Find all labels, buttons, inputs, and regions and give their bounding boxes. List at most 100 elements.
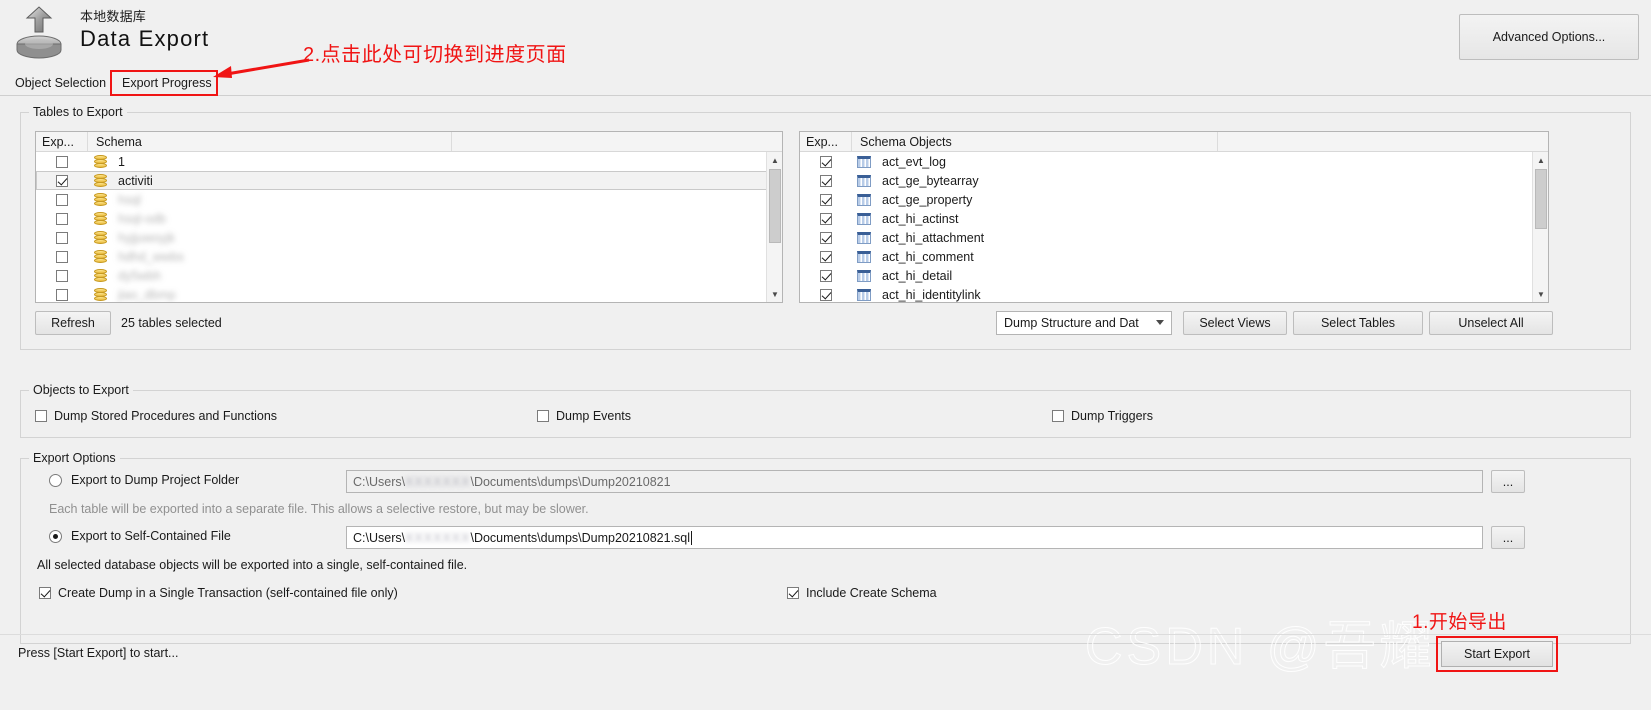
- row-checkbox[interactable]: [36, 250, 88, 263]
- list-item[interactable]: hsql-odb: [36, 209, 782, 228]
- row-checkbox[interactable]: [36, 231, 88, 244]
- objects-list-scrollbar[interactable]: ▲ ▼: [1532, 152, 1548, 302]
- select-views-button[interactable]: Select Views: [1183, 311, 1287, 335]
- table-row-label: act_ge_bytearray: [882, 173, 979, 188]
- export-to-dump-project-folder-radio[interactable]: Export to Dump Project Folder: [49, 473, 239, 487]
- table-icon: [852, 250, 876, 263]
- tables-selected-status: 25 tables selected: [121, 316, 222, 330]
- list-item[interactable]: activiti: [36, 171, 782, 190]
- schema-list-body[interactable]: 1 activiti hsql hsql-odb hyjjuwoyjk hdhd…: [36, 152, 782, 302]
- row-checkbox[interactable]: [36, 288, 88, 301]
- scroll-up-icon[interactable]: ▲: [767, 152, 782, 168]
- list-item[interactable]: hyjjuwoyjk: [36, 228, 782, 247]
- browse-self-contained-file-button[interactable]: ...: [1491, 526, 1525, 549]
- table-row[interactable]: act_ge_property: [800, 190, 1548, 209]
- table-row-label: act_evt_log: [882, 154, 946, 169]
- list-item-label: hdhd_wwbs: [118, 249, 185, 264]
- checkbox-box: [1052, 410, 1064, 422]
- table-row[interactable]: act_hi_comment: [800, 247, 1548, 266]
- table-row[interactable]: act_ge_bytearray: [800, 171, 1548, 190]
- checkbox-box: [39, 587, 51, 599]
- start-export-button[interactable]: Start Export: [1441, 641, 1553, 667]
- row-checkbox[interactable]: [36, 174, 88, 187]
- table-icon: [852, 174, 876, 187]
- tabstrip: Object Selection Export Progress: [0, 70, 1651, 96]
- self-contained-file-path-input[interactable]: C:\Users\ XXXXXXX \Documents\dumps\Dump202…: [346, 526, 1483, 549]
- database-icon: [88, 268, 112, 283]
- database-icon: [88, 154, 112, 169]
- table-row[interactable]: act_hi_detail: [800, 266, 1548, 285]
- select-tables-button[interactable]: Select Tables: [1293, 311, 1423, 335]
- objects-group-label: Objects to Export: [29, 383, 133, 397]
- export-to-self-contained-file-radio[interactable]: Export to Self-Contained File: [49, 529, 231, 543]
- table-row[interactable]: act_hi_actinst: [800, 209, 1548, 228]
- row-checkbox[interactable]: [800, 193, 852, 206]
- scroll-down-icon[interactable]: ▼: [767, 286, 782, 302]
- refresh-button[interactable]: Refresh: [35, 311, 111, 335]
- path-prefix: C:\Users\: [353, 530, 406, 545]
- unselect-all-button[interactable]: Unselect All: [1429, 311, 1553, 335]
- dump-events-checkbox[interactable]: Dump Events: [537, 409, 631, 423]
- dump-stored-procedures-checkbox[interactable]: Dump Stored Procedures and Functions: [35, 409, 277, 423]
- row-checkbox[interactable]: [800, 174, 852, 187]
- table-row-label: act_ge_property: [882, 192, 973, 207]
- row-checkbox[interactable]: [800, 231, 852, 244]
- list-item[interactable]: hsql: [36, 190, 782, 209]
- list-item[interactable]: dy5wbh: [36, 266, 782, 285]
- objects-col-spacer: [1218, 132, 1548, 151]
- dump-mode-select[interactable]: Dump Structure and Dat: [996, 311, 1172, 335]
- table-icon: [852, 212, 876, 225]
- include-create-schema-checkbox[interactable]: Include Create Schema: [787, 586, 937, 600]
- table-row[interactable]: act_evt_log: [800, 152, 1548, 171]
- row-checkbox[interactable]: [800, 155, 852, 168]
- title-block: 本地数据库 Data Export: [80, 8, 209, 53]
- checkbox-label: Create Dump in a Single Transaction (sel…: [58, 586, 398, 600]
- dump-triggers-checkbox[interactable]: Dump Triggers: [1052, 409, 1153, 423]
- table-row[interactable]: act_hi_identitylink: [800, 285, 1548, 302]
- list-item[interactable]: hdhd_wwbs: [36, 247, 782, 266]
- schema-list-scrollbar[interactable]: ▲ ▼: [766, 152, 782, 302]
- list-item[interactable]: jiao_dbmp: [36, 285, 782, 302]
- objects-list-body[interactable]: act_evt_log act_ge_bytearray act_ge_prop…: [800, 152, 1548, 302]
- browse-dump-folder-button[interactable]: ...: [1491, 470, 1525, 493]
- single-transaction-checkbox[interactable]: Create Dump in a Single Transaction (sel…: [39, 586, 398, 600]
- table-icon: [852, 231, 876, 244]
- path-redacted-username: XXXXXXX: [405, 474, 471, 489]
- schema-objects-list[interactable]: Exp... Schema Objects act_evt_log act_ge…: [799, 131, 1549, 303]
- scroll-thumb[interactable]: [769, 169, 781, 243]
- text-cursor: [691, 530, 693, 545]
- checkbox-label: Dump Stored Procedures and Functions: [54, 409, 278, 423]
- row-checkbox[interactable]: [36, 269, 88, 282]
- list-item-label: 1: [118, 154, 125, 169]
- row-checkbox[interactable]: [36, 212, 88, 225]
- export-options-label: Export Options: [29, 451, 120, 465]
- advanced-options-button[interactable]: Advanced Options...: [1459, 14, 1639, 60]
- row-checkbox[interactable]: [800, 212, 852, 225]
- schema-list[interactable]: Exp... Schema 1 activiti hsql hsql-odb h…: [35, 131, 783, 303]
- status-divider: [0, 634, 1651, 635]
- scroll-up-icon[interactable]: ▲: [1533, 152, 1548, 168]
- database-icon: [88, 192, 112, 207]
- checkbox-box: [787, 587, 799, 599]
- list-item-label: hsql: [118, 192, 141, 207]
- page-title: Data Export: [80, 26, 210, 51]
- table-row-label: act_hi_attachment: [882, 230, 985, 245]
- table-icon: [852, 269, 876, 282]
- database-icon: [88, 230, 112, 245]
- tab-export-progress[interactable]: Export Progress: [113, 70, 221, 96]
- dump-project-folder-path[interactable]: C:\Users\ XXXXXXX \Documents\dumps\Dump202…: [346, 470, 1483, 493]
- row-checkbox[interactable]: [36, 193, 88, 206]
- scroll-down-icon[interactable]: ▼: [1533, 286, 1548, 302]
- table-row-label: act_hi_identitylink: [882, 287, 981, 302]
- tab-object-selection[interactable]: Object Selection: [6, 70, 115, 96]
- row-checkbox[interactable]: [800, 250, 852, 263]
- schema-col-export: Exp...: [36, 132, 88, 151]
- row-checkbox[interactable]: [800, 288, 852, 301]
- row-checkbox[interactable]: [36, 155, 88, 168]
- scroll-thumb[interactable]: [1535, 169, 1547, 229]
- row-checkbox[interactable]: [800, 269, 852, 282]
- table-row[interactable]: act_hi_attachment: [800, 228, 1548, 247]
- path-suffix: \Documents\dumps\Dump20210821.sql: [470, 530, 691, 545]
- list-item[interactable]: 1: [36, 152, 782, 171]
- path-suffix: \Documents\dumps\Dump20210821: [470, 474, 671, 489]
